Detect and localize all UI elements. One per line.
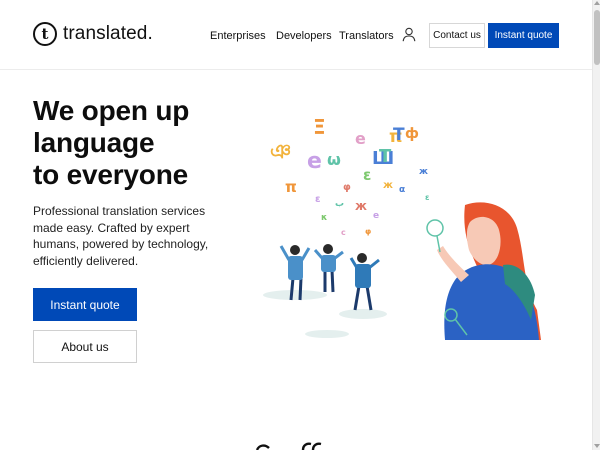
svg-text:e: e	[355, 129, 366, 148]
nav-enterprises-link[interactable]: Enterprises	[210, 30, 266, 42]
svg-text:π: π	[285, 178, 297, 196]
svg-text:ж: ж	[383, 180, 393, 191]
svg-text:e: e	[307, 149, 322, 174]
svg-text:e: e	[373, 211, 379, 221]
next-section-peek	[255, 442, 322, 450]
svg-text:ф: ф	[405, 126, 419, 142]
nav-translators-link[interactable]: Translators	[339, 30, 394, 42]
hero-instant-quote-button[interactable]: Instant quote	[33, 288, 137, 321]
scroll-down-icon[interactable]	[594, 444, 600, 448]
svg-text:ε: ε	[315, 194, 321, 205]
scroll-up-icon[interactable]	[594, 1, 600, 5]
svg-text:φ: φ	[343, 182, 351, 193]
hero-title-line: language	[33, 127, 155, 158]
hero-illustration: Ξ ঞ e ω e ε Ш π T Т ф π φ ε ж ب ж α κ e …	[263, 115, 541, 340]
hero-description: Professional translation services made e…	[33, 204, 209, 268]
logo[interactable]: t translated.	[33, 22, 153, 46]
page-scrollbar[interactable]	[592, 0, 600, 450]
site-header: t translated. Enterprises Developers Tra…	[0, 0, 592, 70]
svg-text:ε: ε	[425, 193, 429, 202]
svg-text:Ξ: Ξ	[313, 115, 326, 139]
nav-developers-link[interactable]: Developers	[276, 30, 332, 42]
svg-text:T: T	[393, 125, 405, 145]
svg-text:κ: κ	[321, 213, 327, 223]
about-us-button[interactable]: About us	[33, 330, 137, 363]
svg-text:Т: Т	[379, 146, 392, 167]
svg-text:ঞ: ঞ	[270, 139, 291, 163]
svg-text:ب: ب	[335, 199, 344, 209]
svg-text:c: c	[341, 228, 346, 237]
hero-title-line: We open up	[33, 95, 190, 126]
svg-text:φ: φ	[365, 227, 371, 236]
contact-us-button[interactable]: Contact us	[429, 23, 485, 48]
svg-text:ж: ж	[419, 167, 428, 177]
header-instant-quote-button[interactable]: Instant quote	[488, 23, 559, 48]
svg-text:α: α	[399, 185, 405, 195]
hero-title-line: to everyone	[33, 159, 188, 190]
user-icon[interactable]	[402, 27, 416, 42]
svg-text:ω: ω	[327, 150, 341, 169]
svg-text:ж: ж	[355, 199, 367, 213]
hero-title: We open up language to everyone	[33, 95, 263, 191]
logo-mark-icon: t	[33, 22, 57, 46]
logo-text: translated.	[63, 23, 153, 44]
scroll-thumb[interactable]	[594, 10, 600, 65]
svg-text:ε: ε	[363, 166, 371, 184]
